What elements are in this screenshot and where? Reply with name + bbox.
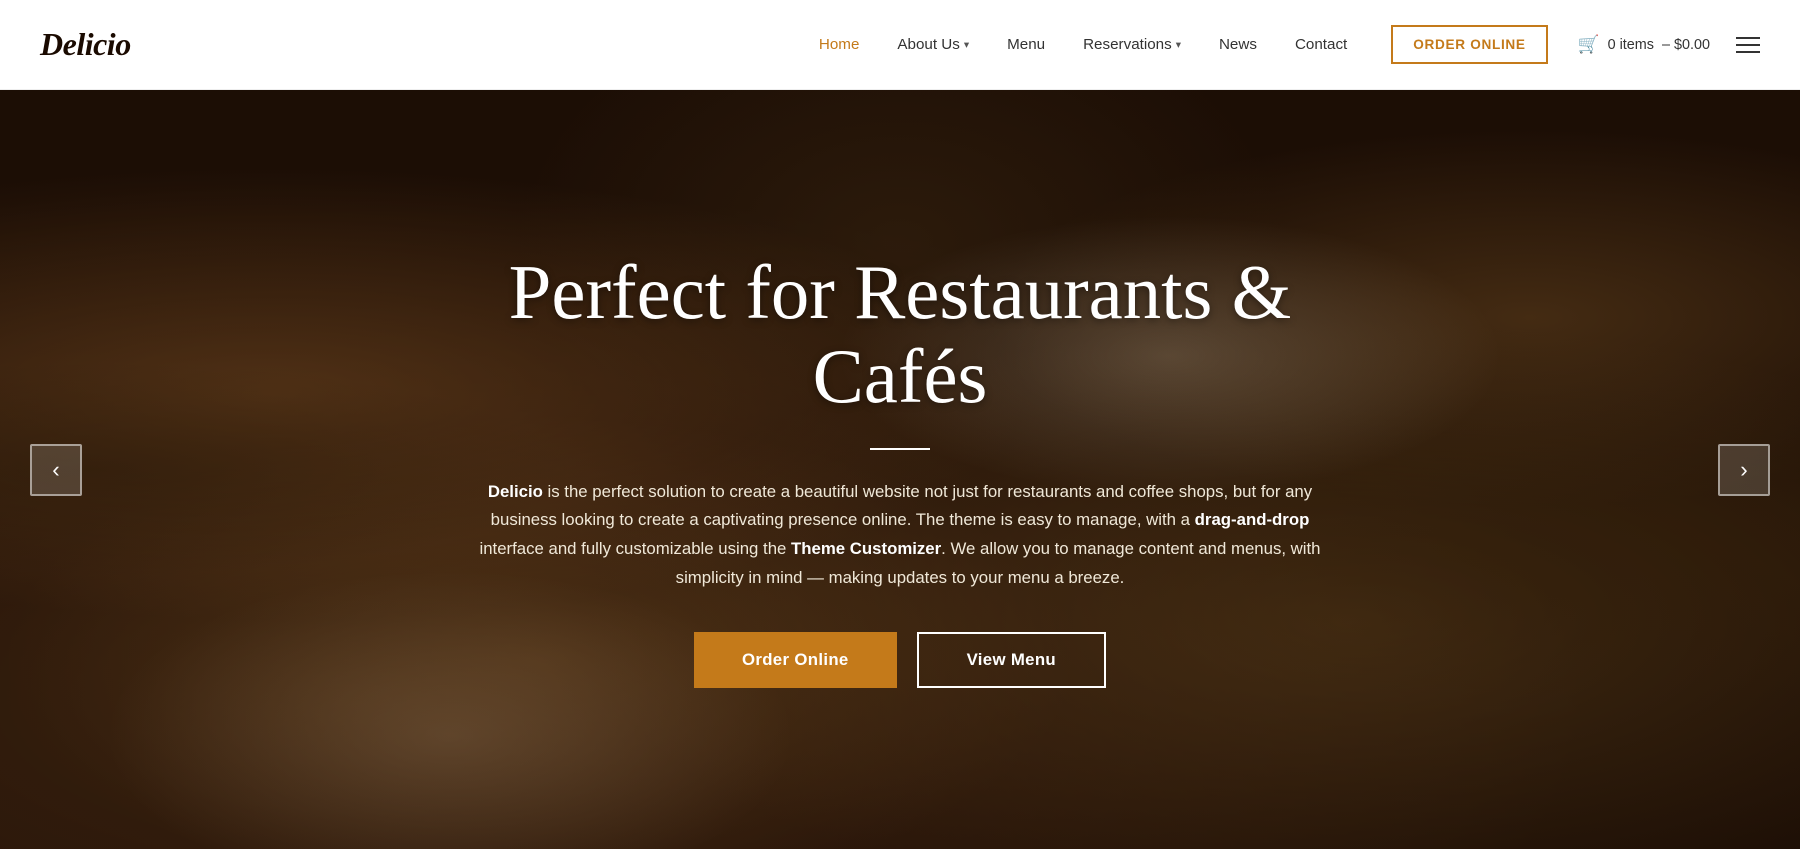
logo[interactable]: Delicio [40, 26, 131, 63]
main-nav: Home About Us ▾ Menu Reservations ▾ News… [805, 25, 1760, 64]
hero-description: Delicio is the perfect solution to creat… [470, 478, 1330, 592]
cart-items: 0 items [1608, 37, 1654, 53]
hero-order-button[interactable]: Order Online [694, 632, 897, 688]
nav-item-news[interactable]: News [1205, 28, 1271, 61]
cart-icon: 🛒 [1578, 34, 1600, 55]
nav-item-about[interactable]: About Us ▾ [883, 28, 983, 61]
nav-item-menu[interactable]: Menu [993, 28, 1059, 61]
nav-item-home[interactable]: Home [805, 28, 874, 61]
customizer-bold: Theme Customizer [791, 539, 941, 558]
chevron-down-icon: ▾ [964, 39, 969, 51]
hamburger-line [1736, 37, 1760, 39]
nav-item-contact[interactable]: Contact [1281, 28, 1361, 61]
site-header: Delicio Home About Us ▾ Menu Reservation… [0, 0, 1800, 90]
next-slide-button[interactable]: › [1718, 444, 1770, 496]
hero-section: ‹ Perfect for Restaurants & Cafés Delici… [0, 90, 1800, 849]
hamburger-button[interactable] [1736, 37, 1760, 53]
cart-price: – $0.00 [1662, 37, 1710, 53]
nav-item-reservations[interactable]: Reservations ▾ [1069, 28, 1195, 61]
order-online-button[interactable]: ORDER ONLINE [1391, 25, 1547, 64]
arrow-left-icon: ‹ [52, 457, 59, 483]
hero-divider [870, 448, 930, 450]
drag-drop-bold: drag-and-drop [1195, 510, 1310, 529]
arrow-right-icon: › [1740, 457, 1747, 483]
hero-title: Perfect for Restaurants & Cafés [440, 251, 1360, 420]
hero-content: Perfect for Restaurants & Cafés Delicio … [400, 251, 1400, 688]
prev-slide-button[interactable]: ‹ [30, 444, 82, 496]
hamburger-line [1736, 51, 1760, 53]
hero-buttons: Order Online View Menu [440, 632, 1360, 688]
hero-menu-button[interactable]: View Menu [917, 632, 1106, 688]
cart-area[interactable]: 🛒 0 items – $0.00 [1578, 34, 1710, 55]
chevron-down-icon: ▾ [1176, 39, 1181, 51]
brand-name-bold: Delicio [488, 482, 543, 501]
hamburger-line [1736, 44, 1760, 46]
